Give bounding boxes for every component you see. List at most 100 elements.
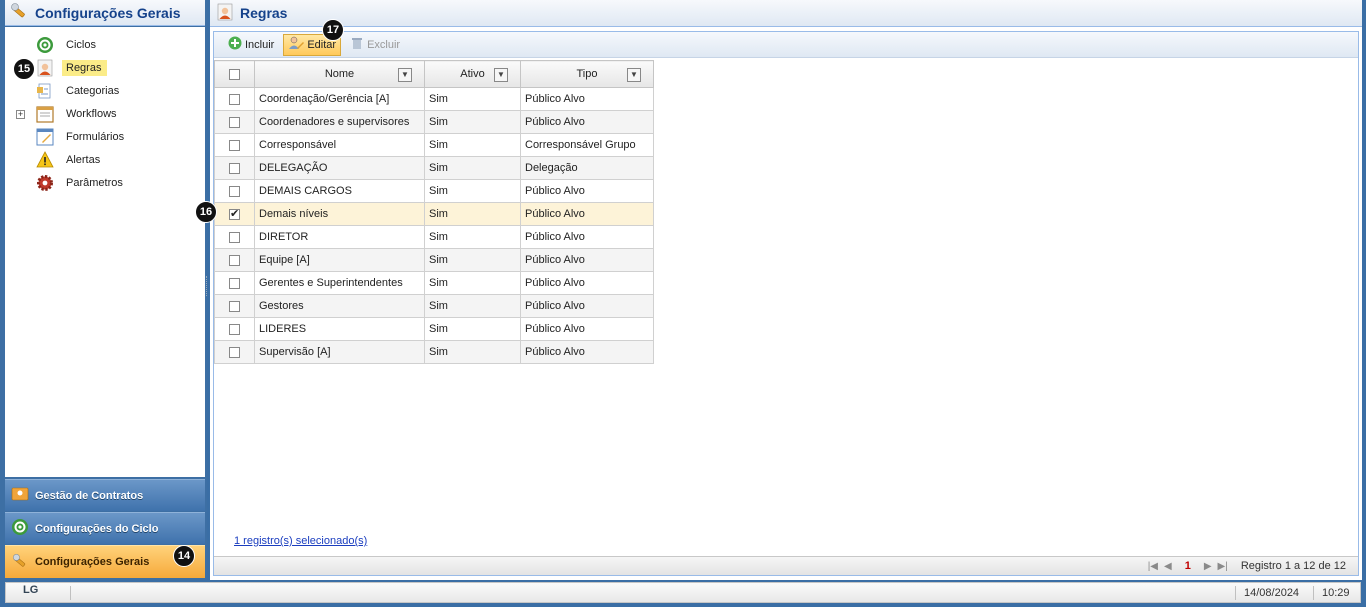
cell-ativo: Sim bbox=[424, 87, 521, 111]
column-header-ativo[interactable]: Ativo ▼ bbox=[424, 60, 521, 88]
prev-page-icon[interactable]: ◀ bbox=[1164, 561, 1172, 572]
cell-tipo: Delegação bbox=[520, 156, 654, 180]
row-checkbox[interactable] bbox=[229, 93, 240, 105]
row-select-cell[interactable] bbox=[214, 248, 255, 272]
trash-icon bbox=[350, 36, 364, 53]
table-row[interactable]: DELEGAÇÃO Sim Delegação bbox=[214, 156, 654, 180]
row-select-cell[interactable] bbox=[214, 225, 255, 249]
accordion-gestao-contratos[interactable]: Gestão de Contratos bbox=[5, 479, 205, 511]
row-checkbox[interactable] bbox=[229, 323, 240, 335]
cell-ativo: Sim bbox=[424, 225, 521, 249]
row-checkbox[interactable] bbox=[229, 300, 240, 312]
row-checkbox[interactable] bbox=[229, 185, 240, 197]
selected-count-link[interactable]: 1 registro(s) selecionado(s) bbox=[234, 535, 367, 547]
tree-item-label: Formulários bbox=[66, 130, 125, 143]
table-row[interactable]: Gerentes e Superintendentes Sim Público Al… bbox=[214, 271, 654, 295]
last-page-icon[interactable]: ▶| bbox=[1218, 561, 1228, 572]
table-row[interactable]: Coordenadores e supervisores Sim Público A… bbox=[214, 110, 654, 134]
table-row[interactable]: Equipe [A] Sim Público Alvo bbox=[214, 248, 654, 272]
row-select-cell[interactable] bbox=[214, 202, 255, 226]
table-row[interactable]: Demais níveisSimPúblico Alvo bbox=[214, 202, 654, 226]
cell-nome: Corresponsável bbox=[254, 133, 425, 157]
row-select-cell[interactable] bbox=[214, 156, 255, 180]
accordion-label: Configurações do Ciclo bbox=[35, 522, 159, 535]
left-panel-title: Configurações Gerais bbox=[35, 4, 181, 21]
column-menu-icon[interactable]: ▼ bbox=[627, 68, 641, 82]
cell-tipo: Público Alvo bbox=[520, 110, 654, 134]
cell-nome: Gerentes e Superintendentes bbox=[254, 271, 425, 295]
grid-toolbar: Incluir Editar Excluir bbox=[214, 32, 1358, 58]
cell-nome: Equipe [A] bbox=[254, 248, 425, 272]
row-select-cell[interactable] bbox=[214, 133, 255, 157]
table-row[interactable]: Gestores Sim Público Alvo bbox=[214, 294, 654, 318]
row-checkbox[interactable] bbox=[229, 254, 240, 266]
user-rule-icon bbox=[35, 58, 55, 78]
select-all-header[interactable] bbox=[214, 60, 255, 88]
select-all-checkbox[interactable] bbox=[229, 68, 240, 80]
cell-ativo: Sim bbox=[424, 248, 521, 272]
left-panel-header: Configurações Gerais bbox=[5, 0, 205, 26]
cell-ativo: Sim bbox=[424, 271, 521, 295]
tree-item-parametros[interactable]: Parâmetros bbox=[5, 173, 205, 193]
row-checkbox[interactable] bbox=[229, 207, 240, 220]
table-row[interactable]: Coordenação/Gerência [A] Sim Público Alvo bbox=[214, 87, 654, 111]
row-checkbox[interactable] bbox=[229, 116, 240, 128]
table-row[interactable]: Supervisão [A] Sim Público Alvo bbox=[214, 340, 654, 364]
step-marker-14: 14 bbox=[173, 545, 195, 567]
row-checkbox[interactable] bbox=[229, 162, 240, 174]
panel-splitter[interactable] bbox=[206, 276, 208, 296]
tools-icon bbox=[9, 2, 29, 23]
status-divider bbox=[1313, 586, 1314, 600]
cell-tipo: Público Alvo bbox=[520, 202, 654, 226]
tree-item-ciclos[interactable]: Ciclos bbox=[5, 35, 205, 55]
row-select-cell[interactable] bbox=[214, 317, 255, 341]
tree-item-alertas[interactable]: Alertas bbox=[5, 150, 205, 170]
contracts-icon bbox=[11, 486, 29, 505]
table-row[interactable]: DEMAIS CARGOS Sim Público Alvo bbox=[214, 179, 654, 203]
page-title: Regras bbox=[240, 5, 288, 21]
next-page-icon[interactable]: ▶ bbox=[1204, 561, 1212, 572]
row-select-cell[interactable] bbox=[214, 294, 255, 318]
current-page[interactable]: 1 bbox=[1185, 560, 1191, 572]
main-panel: Regras Incluir Editar Excluir Nome ▼ Ati… bbox=[210, 0, 1362, 580]
tree-item-regras[interactable]: Regras bbox=[5, 58, 205, 78]
expand-icon[interactable]: + bbox=[16, 109, 25, 119]
column-menu-icon[interactable]: ▼ bbox=[494, 68, 508, 82]
pagination-bar: |◀ ◀ 1 ▶ ▶| Registro 1 a 12 de 12 bbox=[214, 556, 1358, 575]
cell-nome: DEMAIS CARGOS bbox=[254, 179, 425, 203]
delete-button[interactable]: Excluir bbox=[345, 34, 405, 56]
tree-item-categorias[interactable]: Categorias bbox=[5, 81, 205, 101]
row-select-cell[interactable] bbox=[214, 87, 255, 111]
tree-item-label: Workflows bbox=[66, 107, 117, 120]
row-select-cell[interactable] bbox=[214, 340, 255, 364]
row-select-cell[interactable] bbox=[214, 179, 255, 203]
first-page-icon[interactable]: |◀ bbox=[1148, 561, 1158, 572]
row-select-cell[interactable] bbox=[214, 271, 255, 295]
column-header-nome[interactable]: Nome ▼ bbox=[254, 60, 425, 88]
warning-icon bbox=[35, 150, 55, 170]
workflow-icon bbox=[35, 104, 55, 124]
cell-nome: DIRETOR bbox=[254, 225, 425, 249]
column-menu-icon[interactable]: ▼ bbox=[398, 68, 412, 82]
column-label: Tipo bbox=[576, 68, 598, 80]
status-bar: LG 14/08/2024 10:29 bbox=[5, 582, 1361, 603]
tree-item-label: Categorias bbox=[66, 84, 120, 97]
table-row[interactable]: Corresponsável Sim Corresponsável Grupo bbox=[214, 133, 654, 157]
accordion-configuracoes-ciclo[interactable]: Configurações do Ciclo bbox=[5, 512, 205, 544]
row-checkbox[interactable] bbox=[229, 231, 240, 243]
cell-nome: Coordenadores e supervisores bbox=[254, 110, 425, 134]
row-checkbox[interactable] bbox=[229, 139, 240, 151]
column-header-tipo[interactable]: Tipo ▼ bbox=[520, 60, 654, 88]
include-button[interactable]: Incluir bbox=[223, 34, 279, 56]
table-row[interactable]: DIRETOR Sim Público Alvo bbox=[214, 225, 654, 249]
table-row[interactable]: LIDERES Sim Público Alvo bbox=[214, 317, 654, 341]
edit-user-icon bbox=[288, 35, 305, 54]
delete-label: Excluir bbox=[367, 38, 401, 51]
row-checkbox[interactable] bbox=[229, 346, 240, 358]
row-checkbox[interactable] bbox=[229, 277, 240, 289]
table-body: Coordenação/Gerência [A] Sim Público Alvo C… bbox=[214, 87, 654, 364]
tree-item-workflows[interactable]: + Workflows bbox=[5, 104, 205, 124]
tree-item-formularios[interactable]: Formulários bbox=[5, 127, 205, 147]
row-select-cell[interactable] bbox=[214, 110, 255, 134]
main-panel-header: Regras bbox=[210, 0, 1362, 27]
